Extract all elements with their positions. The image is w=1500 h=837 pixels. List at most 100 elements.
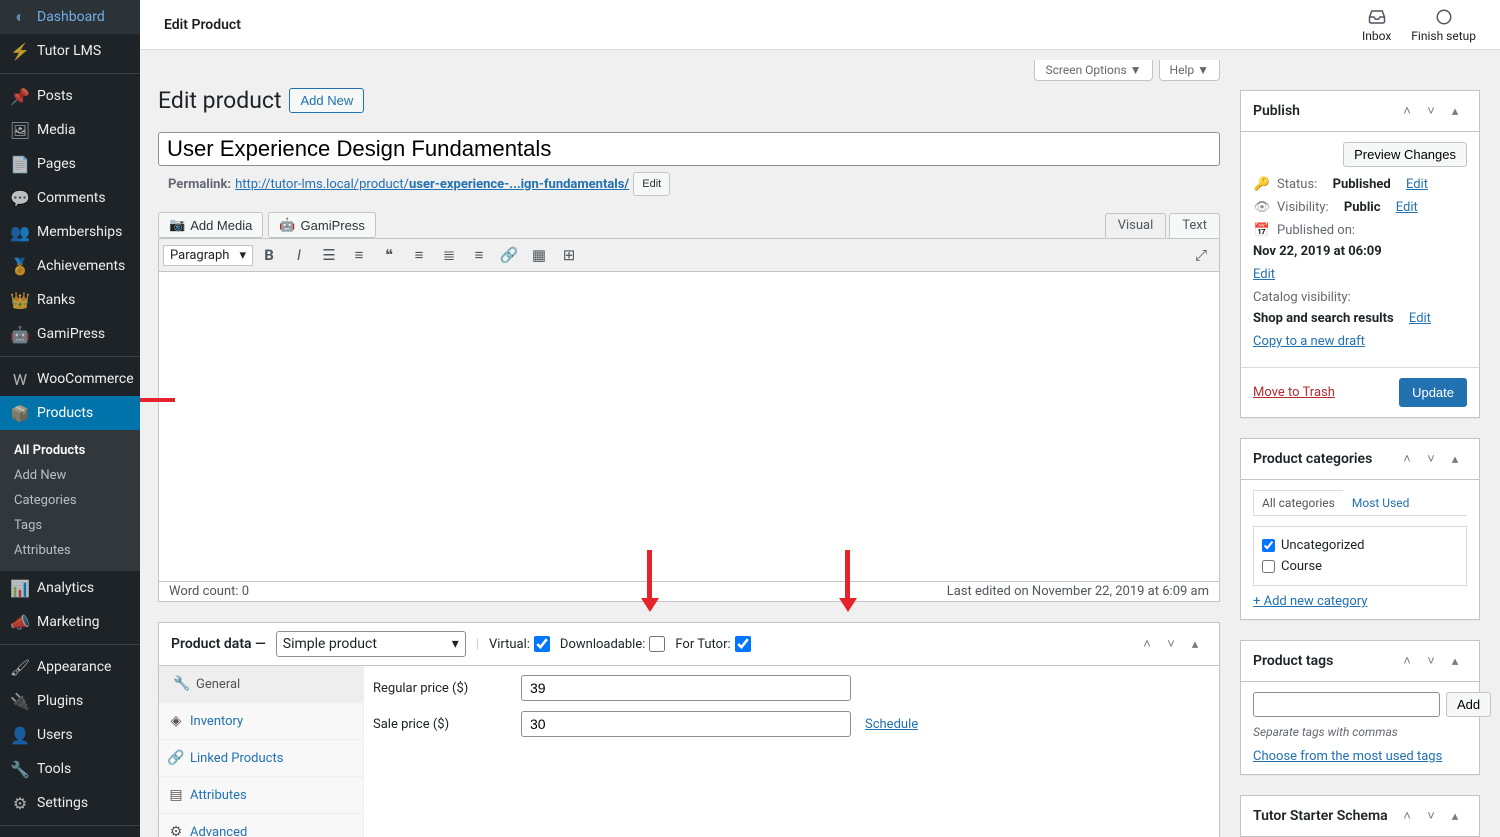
move-down-icon[interactable]: ˅ bbox=[1159, 632, 1183, 656]
sale-price-input[interactable] bbox=[521, 711, 851, 737]
align-right-button[interactable]: ≡ bbox=[465, 241, 493, 269]
add-new-category-link[interactable]: + Add new category bbox=[1253, 594, 1367, 609]
nav-posts[interactable]: 📌Posts bbox=[0, 79, 140, 113]
screen-options-button[interactable]: Screen Options ▼ bbox=[1034, 60, 1152, 81]
toggle-icon[interactable]: ▴ bbox=[1443, 804, 1467, 828]
gamipress-button[interactable]: 🤖 GamiPress bbox=[268, 212, 375, 238]
choose-tags-link[interactable]: Choose from the most used tags bbox=[1253, 749, 1442, 764]
nav-woocommerce[interactable]: WWooCommerce bbox=[0, 362, 140, 396]
pd-tab-linked[interactable]: 🔗Linked Products bbox=[159, 740, 363, 777]
virtual-checkbox[interactable] bbox=[534, 636, 550, 652]
product-type-select[interactable]: Simple product▾ bbox=[276, 631, 466, 657]
nav-memberships[interactable]: 👥Memberships bbox=[0, 215, 140, 249]
add-new-button[interactable]: Add New bbox=[289, 88, 364, 113]
nav-mc4wp[interactable]: ◎MC4WP bbox=[0, 831, 140, 837]
edit-catalog-link[interactable]: Edit bbox=[1409, 311, 1431, 326]
edit-permalink-button[interactable]: Edit bbox=[633, 172, 670, 196]
subnav-attributes[interactable]: Attributes bbox=[0, 538, 140, 563]
cat-course[interactable]: Course bbox=[1262, 556, 1458, 577]
move-to-trash-link[interactable]: Move to Trash bbox=[1253, 385, 1335, 400]
nav-tutor-lms[interactable]: ⚡Tutor LMS bbox=[0, 34, 140, 68]
pd-tab-inventory[interactable]: ◈Inventory bbox=[159, 703, 363, 740]
toggle-icon[interactable]: ▴ bbox=[1443, 447, 1467, 471]
help-button[interactable]: Help ▼ bbox=[1159, 60, 1220, 81]
nav-plugins[interactable]: 🔌Plugins bbox=[0, 684, 140, 718]
camera-icon: 📷 bbox=[169, 217, 185, 233]
add-media-button[interactable]: 📷 Add Media bbox=[158, 212, 263, 238]
toggle-icon[interactable]: ▴ bbox=[1443, 99, 1467, 123]
virtual-checkbox-label[interactable]: Virtual: bbox=[489, 636, 550, 652]
pd-tab-advanced[interactable]: ⚙Advanced bbox=[159, 814, 363, 837]
cat-uncategorized[interactable]: Uncategorized bbox=[1262, 535, 1458, 556]
link-button[interactable]: 🔗 bbox=[495, 241, 523, 269]
tag-input[interactable] bbox=[1253, 692, 1440, 717]
nav-appearance[interactable]: 🖌Appearance bbox=[0, 650, 140, 684]
nav-products[interactable]: 📦Products bbox=[0, 396, 140, 430]
nav-achievements[interactable]: 🏅Achievements bbox=[0, 249, 140, 283]
readmore-button[interactable]: ▦ bbox=[525, 241, 553, 269]
bold-button[interactable]: B bbox=[255, 241, 283, 269]
pd-tab-general[interactable]: 🔧General bbox=[159, 666, 363, 703]
align-left-button[interactable]: ≡ bbox=[405, 241, 433, 269]
format-select[interactable]: Paragraph▾ bbox=[163, 245, 253, 266]
circle-icon bbox=[1434, 7, 1454, 27]
move-down-icon[interactable]: ˅ bbox=[1419, 99, 1443, 123]
italic-button[interactable]: I bbox=[285, 241, 313, 269]
bullet-list-button[interactable]: ☰ bbox=[315, 241, 343, 269]
toggle-icon[interactable]: ▴ bbox=[1183, 632, 1207, 656]
subnav-categories[interactable]: Categories bbox=[0, 488, 140, 513]
regular-price-input[interactable] bbox=[521, 675, 851, 701]
move-up-icon[interactable]: ˄ bbox=[1395, 649, 1419, 673]
update-button[interactable]: Update bbox=[1399, 378, 1467, 407]
edit-status-link[interactable]: Edit bbox=[1406, 177, 1428, 192]
add-tag-button[interactable]: Add bbox=[1446, 692, 1491, 717]
cat-tab-most-used[interactable]: Most Used bbox=[1343, 490, 1419, 515]
nav-comments[interactable]: 💬Comments bbox=[0, 181, 140, 215]
subnav-add-new[interactable]: Add New bbox=[0, 463, 140, 488]
schedule-link[interactable]: Schedule bbox=[865, 717, 918, 732]
toggle-icon[interactable]: ▴ bbox=[1443, 649, 1467, 673]
preview-changes-button[interactable]: Preview Changes bbox=[1343, 142, 1467, 167]
edit-date-link[interactable]: Edit bbox=[1253, 267, 1275, 282]
editor-content[interactable] bbox=[158, 272, 1220, 582]
copy-draft-link[interactable]: Copy to a new draft bbox=[1253, 334, 1365, 349]
nav-dashboard[interactable]: ◐Dashboard bbox=[0, 0, 140, 34]
nav-media[interactable]: 🖼Media bbox=[0, 113, 140, 147]
editor-text-tab[interactable]: Text bbox=[1169, 213, 1220, 238]
pd-tab-attributes[interactable]: ▤Attributes bbox=[159, 777, 363, 814]
toolbar-toggle-button[interactable]: ⊞ bbox=[555, 241, 583, 269]
megaphone-icon: 📣 bbox=[10, 612, 30, 632]
nav-pages[interactable]: 📄Pages bbox=[0, 147, 140, 181]
move-down-icon[interactable]: ˅ bbox=[1419, 447, 1443, 471]
subnav-all-products[interactable]: All Products bbox=[0, 438, 140, 463]
nav-gamipress[interactable]: 🤖GamiPress bbox=[0, 317, 140, 351]
nav-users[interactable]: 👤Users bbox=[0, 718, 140, 752]
downloadable-checkbox[interactable] bbox=[649, 636, 665, 652]
move-up-icon[interactable]: ˄ bbox=[1395, 447, 1419, 471]
subnav-tags[interactable]: Tags bbox=[0, 513, 140, 538]
nav-analytics[interactable]: 📊Analytics bbox=[0, 571, 140, 605]
fullscreen-button[interactable]: ⤢ bbox=[1187, 241, 1215, 269]
quote-button[interactable]: ❝ bbox=[375, 241, 403, 269]
editor-visual-tab[interactable]: Visual bbox=[1105, 213, 1167, 238]
for-tutor-checkbox[interactable] bbox=[735, 636, 751, 652]
nav-marketing[interactable]: 📣Marketing bbox=[0, 605, 140, 639]
nav-ranks[interactable]: 👑Ranks bbox=[0, 283, 140, 317]
edit-visibility-link[interactable]: Edit bbox=[1396, 200, 1418, 215]
nav-settings[interactable]: ⚙Settings bbox=[0, 786, 140, 820]
product-title-input[interactable] bbox=[158, 132, 1220, 166]
for-tutor-checkbox-label[interactable]: For Tutor: bbox=[675, 636, 750, 652]
nav-tools[interactable]: 🔧Tools bbox=[0, 752, 140, 786]
move-up-icon[interactable]: ˄ bbox=[1395, 804, 1419, 828]
downloadable-checkbox-label[interactable]: Downloadable: bbox=[560, 636, 665, 652]
align-center-button[interactable]: ≣ bbox=[435, 241, 463, 269]
move-up-icon[interactable]: ˄ bbox=[1135, 632, 1159, 656]
finish-setup-button[interactable]: Finish setup bbox=[1411, 7, 1476, 43]
move-up-icon[interactable]: ˄ bbox=[1395, 99, 1419, 123]
number-list-button[interactable]: ≡ bbox=[345, 241, 373, 269]
permalink-link[interactable]: http://tutor-lms.local/product/user-expe… bbox=[235, 177, 629, 192]
move-down-icon[interactable]: ˅ bbox=[1419, 649, 1443, 673]
move-down-icon[interactable]: ˅ bbox=[1419, 804, 1443, 828]
inbox-button[interactable]: Inbox bbox=[1362, 7, 1391, 43]
cat-tab-all[interactable]: All categories bbox=[1253, 490, 1344, 515]
